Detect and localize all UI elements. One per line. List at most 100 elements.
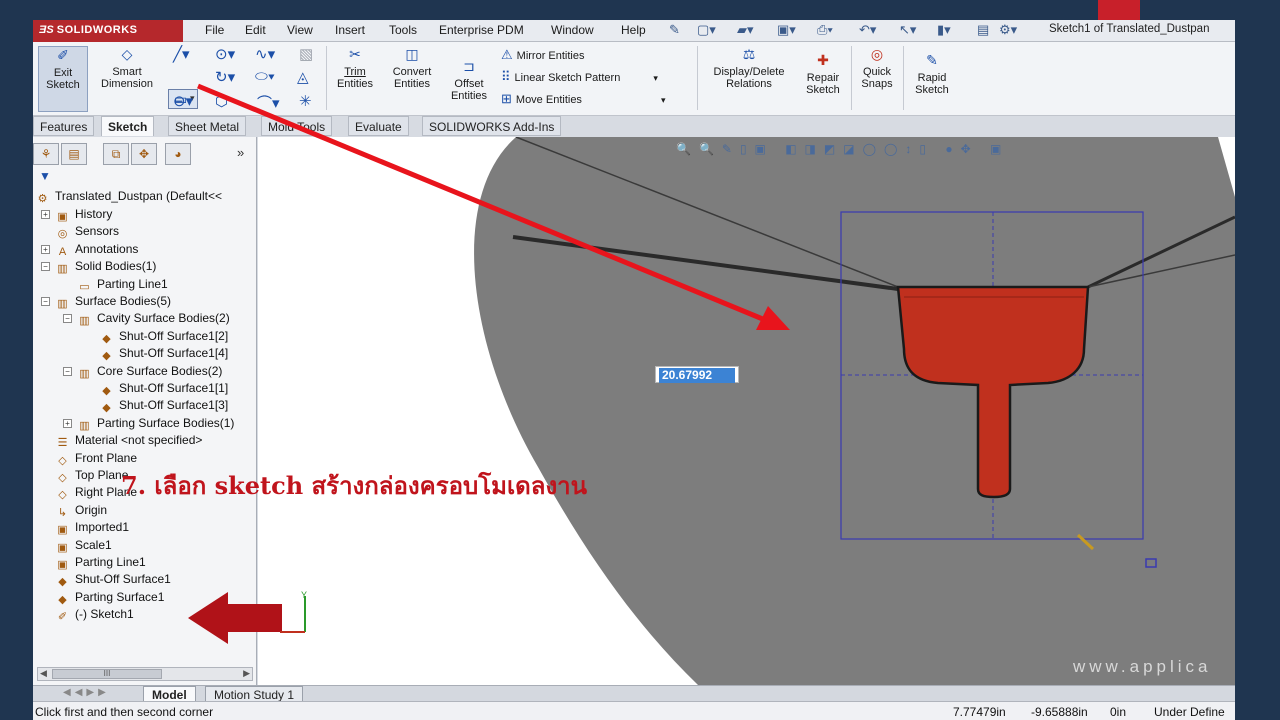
tree-item[interactable]: − ▥ Surface Bodies(5)	[41, 294, 171, 310]
rebuild-icon[interactable]: ▮▾	[937, 22, 951, 38]
tree-item[interactable]: ◆ Shut-Off Surface1[1]	[99, 381, 228, 397]
exit-sketch-button[interactable]: ✐ Exit Sketch	[38, 46, 88, 112]
display-delete-relations-button[interactable]: ⚖ Display/Delete Relations	[703, 46, 795, 108]
linear-sketch-pattern-button[interactable]: ⠿ Linear Sketch Pattern ▾	[501, 69, 658, 85]
tree-item[interactable]: ◆ Shut-Off Surface1[2]	[99, 329, 228, 345]
tree-item[interactable]: ◆ Parting Surface1	[55, 590, 164, 606]
display-manager-icon[interactable]: ◕	[165, 143, 191, 165]
tab-scroll-arrows-icon[interactable]: ◀◀▶▶	[63, 687, 110, 698]
expander-icon[interactable]: −	[63, 366, 72, 376]
expander-icon[interactable]: −	[41, 297, 50, 306]
expander-icon[interactable]: +	[63, 418, 72, 428]
tree-item[interactable]: + ▥ Parting Surface Bodies(1)	[63, 416, 234, 432]
tab-sheet-metal[interactable]: Sheet Metal	[168, 116, 247, 136]
tree-item[interactable]: ◆ Shut-Off Surface1	[55, 572, 171, 588]
heads-up-view-toolbar[interactable]: 🔍🔍✎▯▣ ◧◨◩◪◯◯↕▯ ●✥ ▣	[676, 142, 1235, 160]
tree-item[interactable]: ☰ Material <not specified>	[55, 433, 203, 449]
menu-insert[interactable]: Insert	[335, 23, 365, 37]
offset-arc-icon[interactable]: ⌒▾	[257, 92, 280, 113]
menu-tools[interactable]: Tools	[389, 23, 417, 37]
scroll-left-icon[interactable]: ◀	[40, 668, 47, 679]
tab-mold-tools[interactable]: Mold Tools	[261, 116, 333, 136]
mirror-entities-button[interactable]: ⚠ Mirror Entities	[501, 47, 585, 63]
tree-item[interactable]: − ▥ Cavity Surface Bodies(2)	[63, 311, 230, 327]
tab-evaluate[interactable]: Evaluate	[348, 116, 409, 136]
tree-item[interactable]: + ▣ History	[41, 207, 113, 223]
tree-item[interactable]: ◆ Shut-Off Surface1[3]	[99, 398, 228, 414]
tree-item[interactable]: ▣ Parting Line1	[55, 555, 145, 571]
tree-item[interactable]: ◇ Front Plane	[55, 451, 137, 467]
polygon-icon[interactable]: ⬡	[215, 92, 228, 110]
smart-dimension-button[interactable]: ◇ Smart Dimension	[93, 46, 161, 106]
tree-item[interactable]: ▣ Scale1	[55, 538, 111, 554]
menu-window[interactable]: Window	[551, 23, 594, 37]
solidworks-logo[interactable]: ƎS SOLIDWORKS	[33, 20, 183, 42]
expander-icon[interactable]: +	[41, 210, 50, 219]
tree-item[interactable]: ◆ Shut-Off Surface1[4]	[99, 346, 228, 362]
slot-icon[interactable]: ⊖▾	[173, 92, 193, 110]
trim-label-2: Entities	[336, 78, 374, 90]
tab-model[interactable]: Model	[143, 686, 196, 702]
convert-entities-button[interactable]: ◫ Convert Entities	[383, 46, 441, 108]
tree-item[interactable]: − ▥ Core Surface Bodies(2)	[63, 364, 222, 380]
scroll-right-icon[interactable]: ▶	[243, 668, 250, 679]
expand-panel-icon[interactable]: »	[237, 145, 244, 160]
expander-icon[interactable]: −	[41, 262, 50, 272]
menu-file[interactable]: File	[205, 23, 224, 37]
print-icon[interactable]: ⎙▾	[817, 22, 833, 38]
save-icon[interactable]: ▣▾	[777, 22, 796, 38]
tab-motion-study-1[interactable]: Motion Study 1	[205, 686, 304, 702]
quick-snaps-button[interactable]: ◎ Quick Snaps	[855, 46, 899, 108]
trim-entities-button[interactable]: ✂ Trim Entities	[331, 46, 379, 108]
undo-icon[interactable]: ↶▾	[859, 22, 876, 38]
ellipse-icon[interactable]: ⬭▾	[255, 68, 275, 85]
tab-features[interactable]: Features	[33, 116, 95, 136]
menu-help[interactable]: Help	[621, 23, 646, 37]
menu-enterprise-pdm[interactable]: Enterprise PDM	[439, 23, 524, 37]
property-manager-icon[interactable]: ▤	[61, 143, 87, 165]
expander-icon[interactable]: −	[63, 314, 72, 324]
feature-manager-icon[interactable]: ⚘	[33, 143, 59, 165]
select-icon[interactable]: ↖▾	[899, 22, 916, 38]
menu-edit[interactable]: Edit	[245, 23, 266, 37]
repair-sketch-button[interactable]: ✚ Repair Sketch	[799, 52, 847, 108]
offset-entities-button[interactable]: ⊐ Offset Entities	[443, 58, 495, 110]
tab-add-ins[interactable]: SOLIDWORKS Add-Ins	[422, 116, 562, 136]
graphics-area[interactable]: 🔍🔍✎▯▣ ◧◨◩◪◯◯↕▯ ●✥ ▣ 20.67992 www.applica	[258, 137, 1235, 685]
spline-icon[interactable]: ∿▾	[255, 45, 275, 63]
move-entities-button[interactable]: ⊞ Move Entities ▾	[501, 91, 666, 107]
tree-item[interactable]: ↳ Origin	[55, 503, 107, 519]
configuration-manager-icon[interactable]: ⧉	[103, 143, 129, 165]
dustpan-part[interactable]	[896, 285, 1090, 499]
scroll-thumb[interactable]: III	[52, 669, 162, 679]
circle-icon[interactable]: ⊙▾	[215, 45, 235, 63]
menu-view[interactable]: View	[287, 23, 313, 37]
line-icon[interactable]: ╱▾	[173, 45, 190, 63]
sketch-text-icon[interactable]: ▧	[299, 45, 313, 63]
tree-item[interactable]: ▭ Parting Line1	[77, 277, 167, 293]
dimxpert-icon[interactable]: ✥	[131, 143, 157, 165]
rapid-sketch-button[interactable]: ✎ Rapid Sketch	[907, 52, 957, 108]
dimension-input[interactable]: 20.67992	[655, 366, 739, 383]
expander-icon[interactable]: +	[41, 244, 50, 254]
tree-item[interactable]: ◎ Sensors	[55, 224, 119, 240]
tree-item-label: History	[75, 207, 113, 221]
options-icon[interactable]: ⚙▾	[999, 22, 1017, 38]
tree-root[interactable]: ⚙ Translated_Dustpan (Default<<	[35, 189, 222, 205]
tab-sketch[interactable]: Sketch	[101, 116, 155, 136]
tree-node-icon: ↳	[57, 506, 68, 519]
file-properties-icon[interactable]: ▤	[977, 22, 989, 38]
filter-icon[interactable]: ▼	[39, 169, 51, 183]
open-folder-icon[interactable]: ▰▾	[737, 22, 754, 38]
tree-item[interactable]: ◇ Top Plane	[55, 468, 128, 484]
arc-icon[interactable]: ↻▾	[215, 68, 235, 86]
tree-item[interactable]: + A Annotations	[41, 242, 138, 258]
pin-icon[interactable]: ✎	[669, 22, 680, 38]
tree-horizontal-scrollbar[interactable]: ◀ III ▶	[37, 667, 253, 681]
point-icon[interactable]: ✳	[299, 92, 312, 110]
tree-item[interactable]: ▣ Imported1	[55, 520, 129, 536]
fillet-icon[interactable]: ◬	[297, 68, 309, 86]
tree-item[interactable]: − ▥ Solid Bodies(1)	[41, 259, 156, 275]
tree-item[interactable]: ✐ (-) Sketch1	[55, 607, 134, 623]
new-document-icon[interactable]: ▢▾	[697, 22, 716, 38]
